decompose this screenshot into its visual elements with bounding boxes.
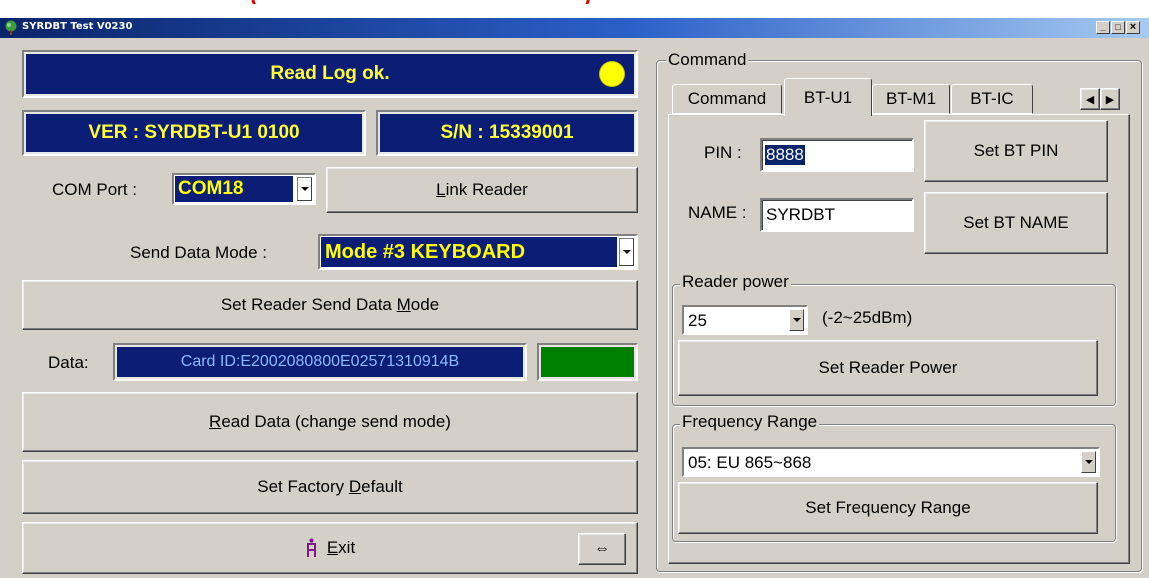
data-indicator bbox=[537, 343, 638, 381]
reader-power-select[interactable]: 25 bbox=[682, 305, 808, 335]
read-data-label: Read Data (change send mode) bbox=[209, 412, 451, 431]
factory-default-label: Set Factory Default bbox=[257, 477, 403, 496]
maximize-button[interactable]: □ bbox=[1111, 21, 1125, 34]
set-reader-power-label: Set Reader Power bbox=[818, 358, 958, 377]
pin-value: 8888 bbox=[765, 145, 805, 165]
window-title: SYRDBT Test V0230 bbox=[22, 21, 133, 32]
name-input[interactable]: SYRDBT bbox=[760, 198, 914, 232]
exit-label: Exit bbox=[326, 538, 356, 557]
tab-scroll: ◀ ▶ bbox=[1080, 88, 1120, 110]
link-reader-button[interactable]: Link Reader bbox=[326, 167, 638, 213]
chevron-down-icon[interactable] bbox=[1081, 451, 1096, 473]
set-reader-power-button[interactable]: Set Reader Power bbox=[678, 340, 1098, 396]
link-reader-label: Link Reader bbox=[436, 180, 528, 199]
chevron-down-icon[interactable] bbox=[297, 177, 312, 201]
window-titlebar[interactable]: SYRDBT Test V0230 _ □ × bbox=[0, 18, 1149, 38]
app-icon bbox=[5, 20, 17, 35]
tab-command[interactable]: Command bbox=[672, 84, 782, 114]
exit-button[interactable]: Exit bbox=[22, 522, 638, 574]
version-panel: VER : SYRDBT-U1 0100 bbox=[22, 110, 366, 156]
com-port-select[interactable]: COM18 bbox=[172, 173, 316, 205]
send-mode-value: Mode #3 KEYBOARD bbox=[321, 237, 617, 267]
set-bt-name-label: Set BT NAME bbox=[963, 213, 1069, 232]
status-text: Read Log ok. bbox=[270, 63, 390, 84]
command-group-title: Command bbox=[666, 50, 749, 70]
frequency-range-value: 05: EU 865~868 bbox=[688, 453, 812, 472]
data-display: Card ID:E2002080800E02571310914B bbox=[113, 343, 527, 381]
set-frequency-range-button[interactable]: Set Frequency Range bbox=[678, 482, 1098, 534]
exit-door-icon bbox=[306, 538, 316, 557]
status-led-icon bbox=[600, 62, 624, 86]
set-send-mode-button[interactable]: Set Reader Send Data Mode bbox=[22, 280, 638, 330]
pin-label: PIN : bbox=[704, 143, 742, 162]
tab-scroll-left-icon[interactable]: ◀ bbox=[1080, 88, 1100, 110]
send-mode-label: Send Data Mode : bbox=[130, 243, 268, 262]
status-panel: Read Log ok. bbox=[22, 50, 638, 98]
pin-input[interactable]: 8888 bbox=[760, 138, 914, 172]
name-value: SYRDBT bbox=[766, 205, 835, 224]
minimize-button[interactable]: _ bbox=[1096, 21, 1110, 34]
data-label: Data: bbox=[48, 353, 89, 372]
factory-default-button[interactable]: Set Factory Default bbox=[22, 460, 638, 514]
tab-bt-ic[interactable]: BT-IC bbox=[951, 84, 1033, 114]
set-frequency-range-label: Set Frequency Range bbox=[805, 498, 971, 517]
set-send-mode-label: Set Reader Send Data Mode bbox=[220, 295, 440, 314]
name-label: NAME : bbox=[688, 203, 747, 222]
chevron-down-icon[interactable] bbox=[789, 309, 804, 331]
reader-power-value: 25 bbox=[688, 311, 707, 330]
top-banner-text: ( ) bbox=[250, 0, 670, 4]
tab-bt-u1[interactable]: BT-U1 bbox=[784, 78, 872, 116]
reader-power-title: Reader power bbox=[680, 272, 791, 292]
chevron-down-icon[interactable] bbox=[619, 238, 634, 266]
com-port-label: COM Port : bbox=[52, 180, 138, 199]
tab-bt-m1[interactable]: BT-M1 bbox=[872, 84, 950, 114]
set-bt-pin-label: Set BT PIN bbox=[973, 141, 1059, 160]
set-bt-pin-button[interactable]: Set BT PIN bbox=[924, 120, 1108, 182]
send-mode-select[interactable]: Mode #3 KEYBOARD bbox=[318, 234, 638, 270]
swap-arrows-icon: ⇔ bbox=[594, 540, 610, 557]
frequency-range-select[interactable]: 05: EU 865~868 bbox=[682, 447, 1100, 477]
swap-layout-button[interactable]: ⇔ bbox=[578, 533, 626, 565]
frequency-range-title: Frequency Range bbox=[680, 412, 820, 432]
close-button[interactable]: × bbox=[1126, 21, 1140, 34]
set-bt-name-button[interactable]: Set BT NAME bbox=[924, 192, 1108, 254]
tab-scroll-right-icon[interactable]: ▶ bbox=[1100, 88, 1120, 110]
serial-number-panel: S/N : 15339001 bbox=[376, 110, 638, 156]
read-data-button[interactable]: Read Data (change send mode) bbox=[22, 392, 638, 452]
com-port-value: COM18 bbox=[175, 176, 293, 202]
reader-power-range: (-2~25dBm) bbox=[822, 308, 913, 327]
